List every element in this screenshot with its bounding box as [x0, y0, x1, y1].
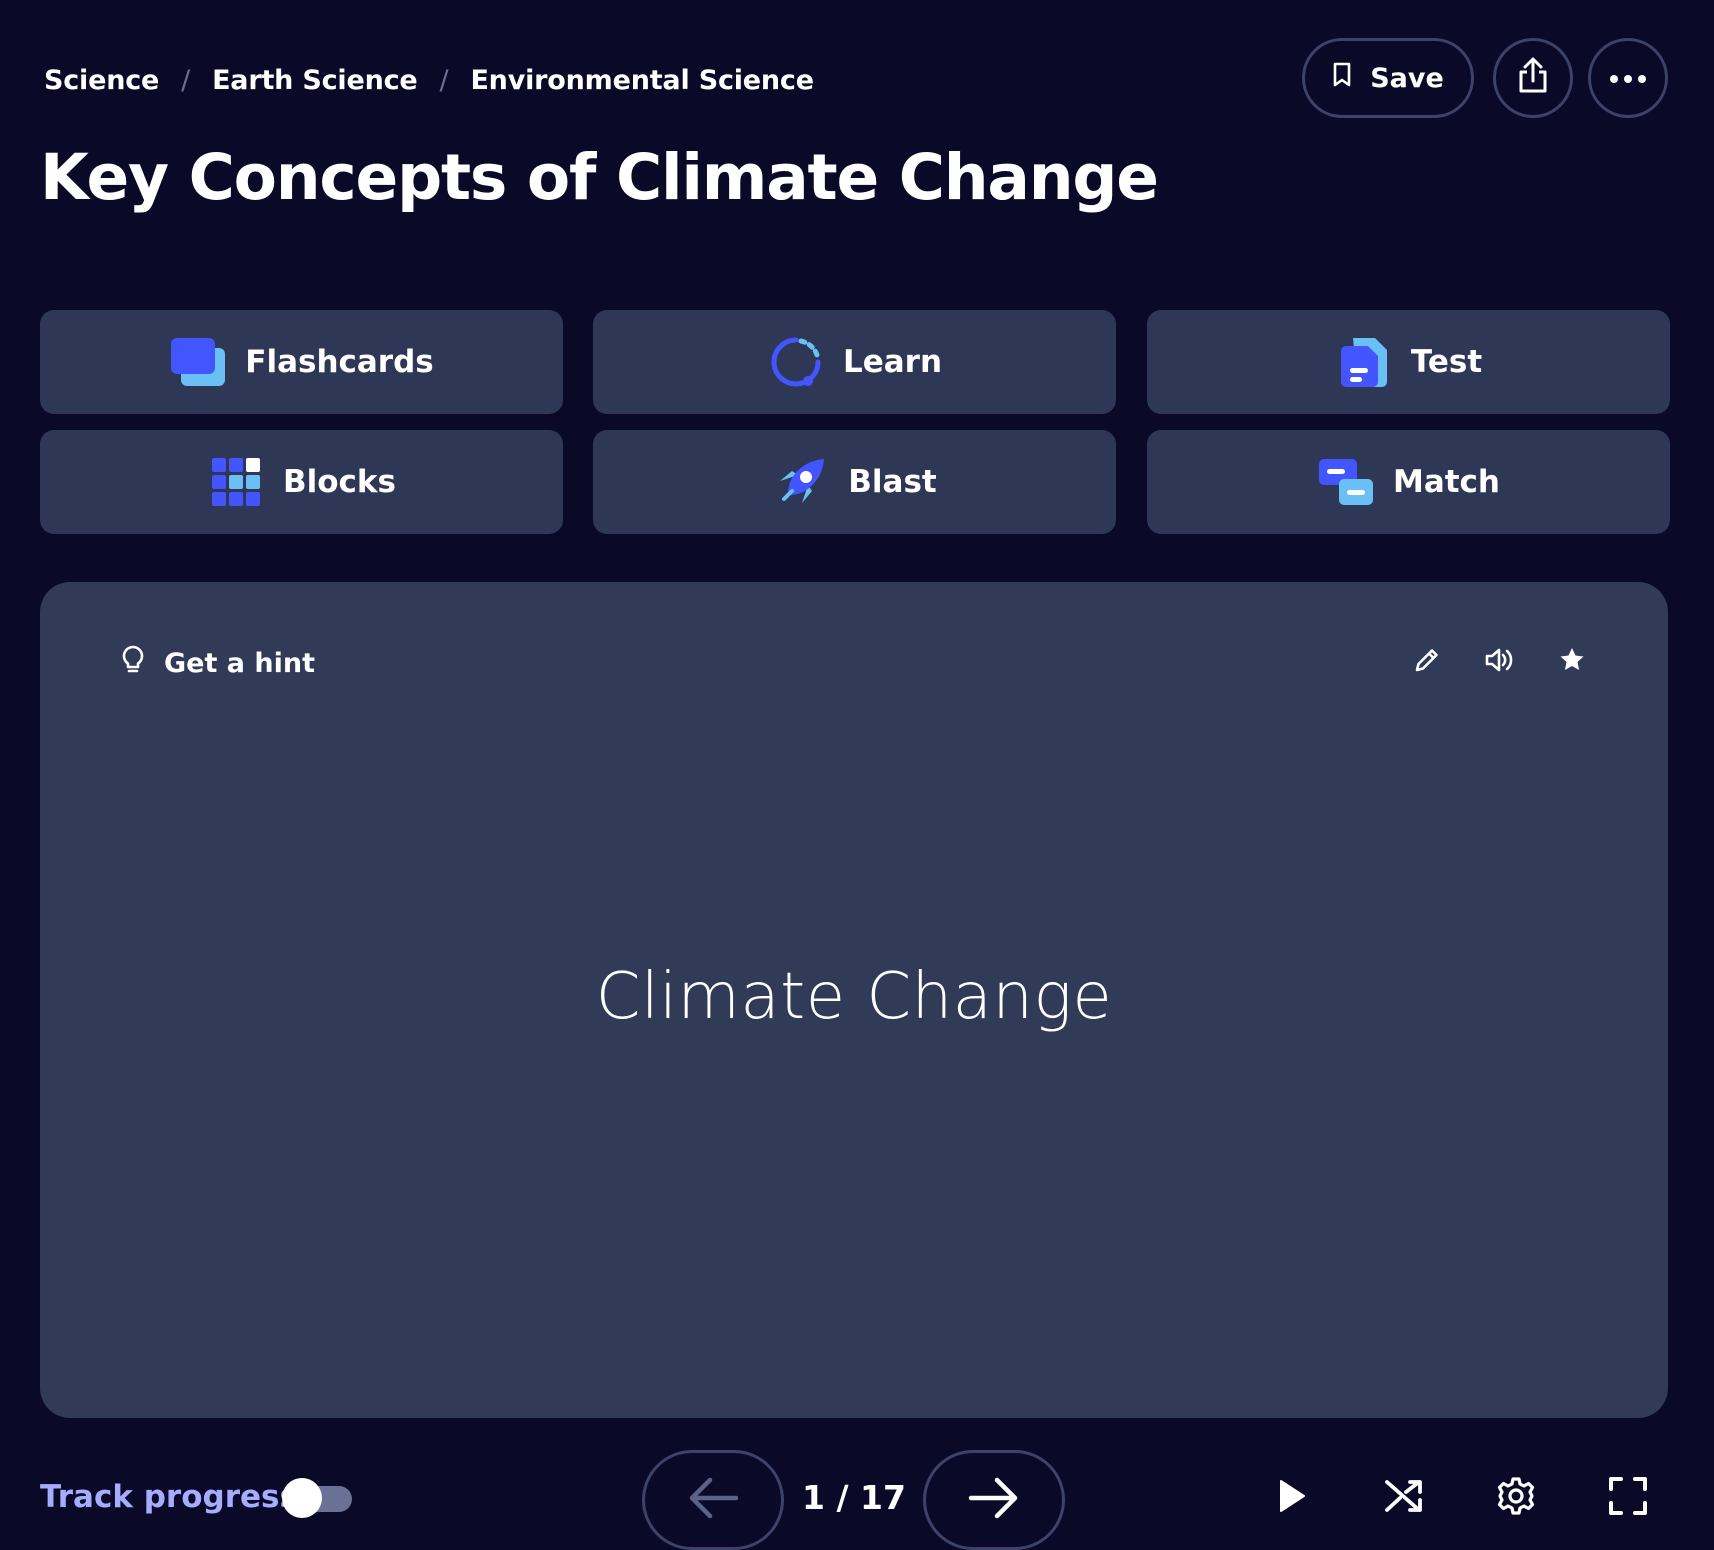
breadcrumb-separator: /: [181, 64, 191, 96]
next-card-button[interactable]: [923, 1450, 1065, 1550]
learn-icon: [767, 333, 825, 391]
mode-test-button[interactable]: Test: [1147, 310, 1670, 414]
star-icon: [1558, 646, 1586, 678]
fullscreen-icon: [1608, 1476, 1648, 1520]
speaker-icon: [1484, 646, 1514, 678]
edit-card-button[interactable]: [1405, 640, 1449, 684]
share-button[interactable]: [1493, 38, 1573, 118]
flashcards-icon: [169, 333, 227, 391]
mode-label: Flashcards: [245, 344, 434, 380]
mode-label: Blast: [848, 464, 937, 500]
track-progress-label: Track progress: [40, 1479, 298, 1515]
lightbulb-icon: [122, 645, 144, 682]
shuffle-button[interactable]: [1376, 1470, 1432, 1526]
blocks-icon: [207, 453, 265, 511]
bookmark-icon: [1332, 62, 1352, 95]
page-title: Key Concepts of Climate Change: [40, 141, 1159, 214]
mode-label: Match: [1392, 464, 1501, 500]
previous-card-button[interactable]: [642, 1450, 784, 1550]
breadcrumb-item-science[interactable]: Science: [44, 65, 159, 96]
audio-button[interactable]: [1477, 640, 1521, 684]
autoplay-button[interactable]: [1264, 1470, 1320, 1526]
gear-icon: [1496, 1476, 1536, 1520]
mode-blast-button[interactable]: Blast: [593, 430, 1116, 534]
get-hint-button[interactable]: Get a hint: [122, 643, 315, 683]
mode-flashcards-button[interactable]: Flashcards: [40, 310, 563, 414]
rocket-icon: [772, 453, 830, 511]
hint-label: Get a hint: [164, 647, 316, 679]
arrow-right-icon: [967, 1475, 1021, 1525]
share-icon: [1515, 57, 1551, 99]
star-button[interactable]: [1550, 640, 1594, 684]
breadcrumb: Science / Earth Science / Environmental …: [44, 60, 814, 100]
breadcrumb-item-earth-science[interactable]: Earth Science: [212, 65, 418, 96]
save-button[interactable]: Save: [1302, 38, 1474, 118]
match-icon: [1317, 453, 1375, 511]
track-progress-toggle[interactable]: [282, 1478, 352, 1518]
toggle-knob: [282, 1478, 322, 1518]
card-term: Climate Change: [595, 960, 1113, 1034]
shuffle-icon: [1384, 1478, 1424, 1518]
mode-match-button[interactable]: Match: [1147, 430, 1670, 534]
mode-blocks-button[interactable]: Blocks: [40, 430, 563, 534]
mode-label: Learn: [842, 344, 943, 380]
play-icon: [1278, 1479, 1306, 1517]
more-options-button[interactable]: [1588, 38, 1668, 118]
arrow-left-icon: [686, 1475, 740, 1525]
mode-label: Blocks: [283, 464, 396, 500]
settings-button[interactable]: [1488, 1470, 1544, 1526]
more-icon: [1608, 69, 1648, 88]
mode-label: Test: [1410, 344, 1483, 380]
mode-learn-button[interactable]: Learn: [593, 310, 1116, 414]
breadcrumb-item-environmental-science[interactable]: Environmental Science: [470, 65, 814, 96]
breadcrumb-separator: /: [439, 64, 449, 96]
card-counter: 1 / 17: [802, 1478, 906, 1517]
fullscreen-button[interactable]: [1600, 1470, 1656, 1526]
pencil-icon: [1413, 646, 1441, 678]
test-icon: [1335, 333, 1393, 391]
save-label: Save: [1370, 62, 1444, 94]
